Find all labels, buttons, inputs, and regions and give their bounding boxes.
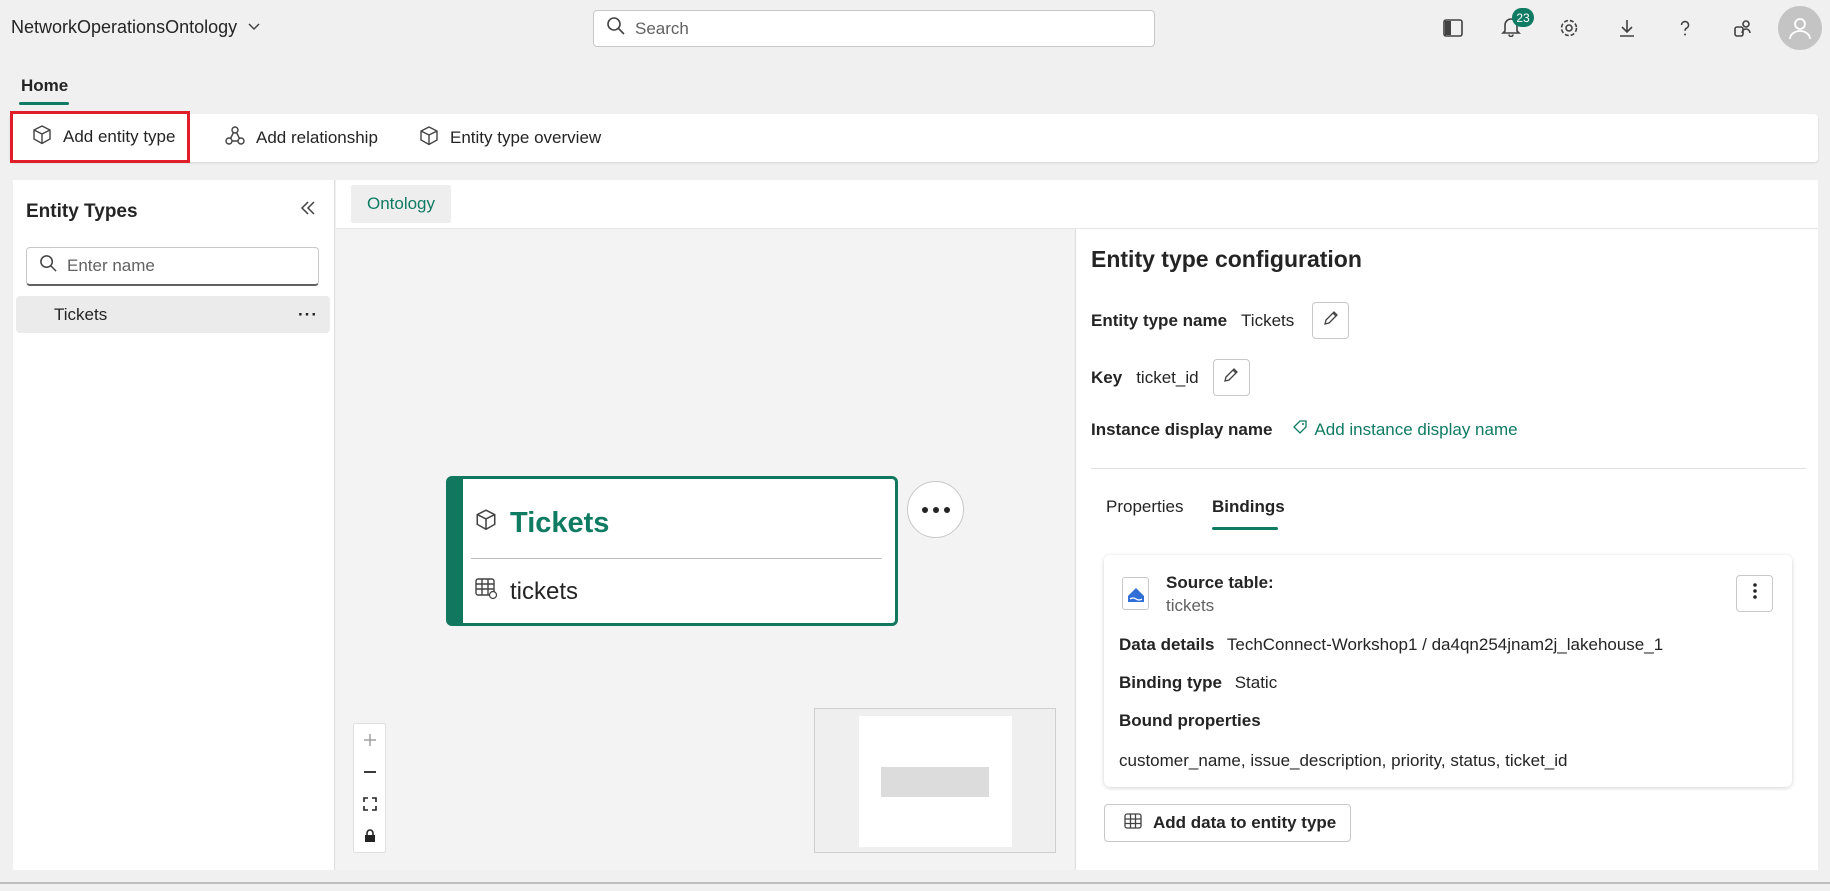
collapse-panel-icon[interactable]: [299, 199, 317, 222]
node-divider: [471, 558, 882, 559]
help-icon[interactable]: [1656, 0, 1714, 56]
zoom-in-icon[interactable]: [354, 724, 385, 756]
add-relationship-button[interactable]: Add relationship: [224, 114, 378, 162]
canvas-tab-bar: Ontology: [336, 180, 1818, 229]
display-name-label: Instance display name: [1091, 419, 1273, 439]
source-table-label: Source table:: [1166, 573, 1274, 592]
tab-bindings[interactable]: Bindings: [1212, 497, 1285, 517]
entity-type-item-label: Tickets: [54, 304, 108, 324]
entity-name-label: Entity type name: [1091, 310, 1228, 330]
search-icon: [39, 254, 58, 278]
pencil-icon: [1323, 310, 1339, 331]
config-divider: [1091, 468, 1806, 469]
source-table-value: tickets: [1166, 596, 1215, 615]
notification-badge: 23: [1512, 8, 1534, 27]
data-details-label: Data details: [1119, 635, 1215, 654]
more-vertical-icon: [1752, 582, 1758, 605]
notifications-button[interactable]: 23: [1482, 0, 1540, 56]
top-bar: NetworkOperationsOntology 23: [0, 0, 1830, 56]
table-icon: [1123, 811, 1143, 836]
search-box[interactable]: [593, 10, 1155, 47]
bound-properties-row: Bound properties: [1119, 711, 1269, 731]
more-options-icon[interactable]: ···: [298, 305, 318, 325]
window-bottom-border: [0, 882, 1830, 884]
entity-type-item-tickets[interactable]: Tickets ···: [16, 296, 330, 333]
entity-config-panel: Entity type configuration Entity type na…: [1075, 229, 1818, 870]
chevron-down-icon: [247, 17, 261, 38]
entity-filter-box[interactable]: [26, 247, 319, 286]
tag-icon: [1292, 419, 1308, 440]
tab-properties[interactable]: Properties: [1106, 497, 1183, 517]
key-row: Key ticket_id: [1091, 359, 1250, 396]
data-details-row: Data details TechConnect-Workshop1 / da4…: [1119, 635, 1663, 655]
lock-icon[interactable]: [354, 820, 385, 852]
add-display-name-link[interactable]: Add instance display name: [1292, 419, 1518, 440]
add-entity-type-label: Add entity type: [63, 127, 176, 146]
more-horizontal-icon: [921, 501, 951, 519]
binding-more-button[interactable]: [1736, 575, 1773, 612]
binding-type-row: Binding type Static: [1119, 673, 1277, 693]
download-icon[interactable]: [1598, 0, 1656, 56]
tab-bindings-underline: [1212, 527, 1278, 530]
node-table-name: tickets: [510, 577, 579, 605]
ribbon-toolbar: Add entity type Add relationship Entity …: [10, 111, 1818, 163]
lakehouse-icon: [1122, 577, 1149, 610]
minimap[interactable]: [814, 708, 1056, 853]
zoom-out-icon[interactable]: [354, 756, 385, 788]
zoom-controls: [353, 723, 386, 853]
add-display-name-text: Add instance display name: [1314, 419, 1518, 439]
cube-icon: [418, 125, 440, 152]
edit-key-button[interactable]: [1212, 359, 1250, 396]
display-name-row: Instance display name Add instance displ…: [1091, 419, 1518, 440]
bound-properties-label: Bound properties: [1119, 711, 1261, 730]
entity-type-overview-label: Entity type overview: [450, 128, 602, 147]
gear-icon[interactable]: [1540, 0, 1598, 56]
workspace-selector[interactable]: NetworkOperationsOntology: [11, 17, 261, 38]
pencil-icon: [1223, 367, 1239, 388]
tab-home[interactable]: Home: [21, 76, 68, 96]
node-title: Tickets: [510, 507, 610, 539]
entity-type-overview-button[interactable]: Entity type overview: [418, 114, 601, 162]
avatar[interactable]: [1778, 6, 1822, 50]
app-title: NetworkOperationsOntology: [11, 17, 238, 37]
add-data-label: Add data to entity type: [1153, 813, 1337, 832]
binding-type-label: Binding type: [1119, 673, 1222, 692]
fit-view-icon[interactable]: [354, 788, 385, 820]
entity-node-tickets[interactable]: Tickets tickets: [446, 476, 898, 626]
key-label: Key: [1091, 367, 1123, 387]
minimap-node: [881, 767, 989, 797]
add-entity-type-button[interactable]: Add entity type: [10, 111, 191, 163]
cube-icon: [474, 507, 498, 540]
config-title: Entity type configuration: [1091, 246, 1362, 272]
search-icon: [606, 16, 626, 41]
edit-name-button[interactable]: [1312, 302, 1350, 339]
entity-types-panel: Entity Types Tickets ···: [13, 180, 335, 870]
entity-name-value: Tickets: [1241, 310, 1295, 330]
add-data-button[interactable]: Add data to entity type: [1104, 804, 1352, 842]
search-input[interactable]: [635, 18, 1115, 39]
binding-card: Source table: tickets Data details TechC…: [1104, 555, 1792, 787]
minimap-viewport: [859, 716, 1012, 847]
key-value: ticket_id: [1136, 367, 1199, 387]
panel-toggle-icon[interactable]: [1424, 0, 1482, 56]
add-relationship-label: Add relationship: [256, 128, 378, 147]
share-people-icon[interactable]: [1714, 0, 1772, 56]
data-details-value: TechConnect-Workshop1 / da4qn254jnam2j_l…: [1226, 635, 1664, 654]
entity-name-row: Entity type name Tickets: [1091, 302, 1350, 339]
tab-ontology[interactable]: Ontology: [351, 185, 451, 223]
relationship-icon: [224, 125, 246, 152]
bound-properties-value: customer_name, issue_description, priori…: [1119, 751, 1568, 770]
entity-filter-input[interactable]: [67, 256, 307, 276]
entity-types-title: Entity Types: [26, 201, 138, 222]
table-icon: [474, 576, 498, 607]
node-more-button[interactable]: [907, 481, 964, 538]
binding-type-value: Static: [1234, 673, 1278, 692]
tab-home-underline: [19, 102, 69, 105]
cube-icon: [31, 124, 53, 151]
